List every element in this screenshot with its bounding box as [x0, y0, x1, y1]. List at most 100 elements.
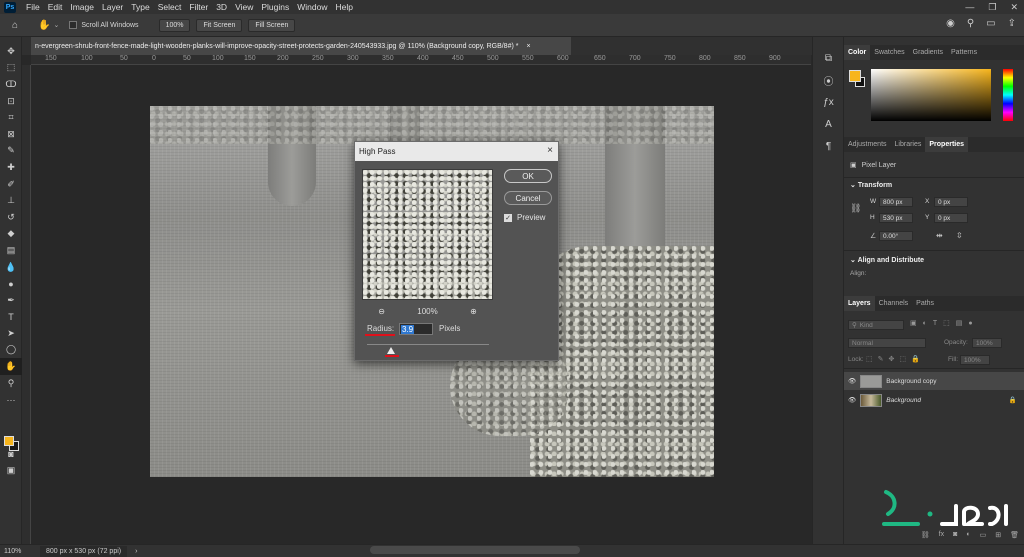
radius-slider-thumb[interactable]	[387, 347, 395, 354]
tab-gradients[interactable]: Gradients	[909, 45, 947, 60]
zoom-out-icon[interactable]: ⊖	[378, 307, 385, 316]
tab-libraries[interactable]: Libraries	[891, 137, 926, 152]
lasso-tool-icon[interactable]: ↀ	[0, 76, 22, 93]
status-doc-info[interactable]: 800 px x 530 px (72 ppi)	[40, 545, 128, 557]
home-icon[interactable]: ⌂	[12, 20, 18, 31]
shape-tool-icon[interactable]: ◯	[0, 342, 22, 359]
menu-image[interactable]: Image	[66, 2, 98, 12]
menu-type[interactable]: Type	[127, 2, 153, 12]
tab-properties[interactable]: Properties	[925, 137, 969, 152]
horizontal-scrollbar[interactable]	[370, 546, 580, 554]
height-field[interactable]: 530 px	[879, 213, 913, 223]
align-section[interactable]: ⌄ Align and Distribute	[844, 256, 1024, 264]
document-tab[interactable]: n-evergreen-shrub-front-fence-made-light…	[31, 37, 571, 55]
tab-layers[interactable]: Layers	[844, 296, 875, 311]
brush-settings-icon[interactable]: ⦿	[813, 69, 844, 91]
cancel-button[interactable]: Cancel	[504, 191, 552, 205]
hand-tool-icon[interactable]: ✋	[0, 358, 22, 375]
menu-3d[interactable]: 3D	[212, 2, 231, 12]
more-tools-icon[interactable]: ···	[0, 391, 22, 408]
menu-select[interactable]: Select	[154, 2, 186, 12]
dialog-titlebar[interactable]: High Pass ×	[355, 142, 558, 161]
menu-view[interactable]: View	[231, 2, 257, 12]
chevron-right-icon[interactable]: ›	[135, 548, 137, 555]
ok-button[interactable]: OK	[504, 169, 552, 183]
healing-brush-icon[interactable]: ✚	[0, 159, 22, 176]
workspace-icon[interactable]: ▭	[986, 18, 995, 29]
radius-input[interactable]: 3.9	[399, 323, 433, 335]
flip-vertical-icon[interactable]: ⇳	[956, 231, 963, 240]
lock-icons[interactable]: ⬚✎✥⬚🔒	[866, 355, 925, 363]
minimize-icon[interactable]: —	[965, 2, 974, 12]
user-icon[interactable]: ◉	[946, 18, 955, 29]
close-icon[interactable]: ✕	[1010, 2, 1018, 13]
type-tool-icon[interactable]: T	[0, 309, 22, 326]
brush-tool-icon[interactable]: ✐	[0, 176, 22, 193]
menu-edit[interactable]: Edit	[44, 2, 67, 12]
scroll-all-checkbox[interactable]: Scroll All Windows	[69, 21, 139, 29]
layer-row[interactable]: 👁 Background copy	[844, 372, 1024, 390]
eraser-tool-icon[interactable]: ◆	[0, 226, 22, 243]
search-icon[interactable]: ⚲	[967, 18, 974, 29]
menu-file[interactable]: File	[22, 2, 44, 12]
chevron-down-icon[interactable]: ⌄	[54, 21, 60, 29]
layer-row[interactable]: 👁 Background 🔒	[844, 391, 1024, 409]
tab-patterns[interactable]: Patterns	[947, 45, 981, 60]
fill-screen-button[interactable]: Fill Screen	[248, 18, 296, 32]
menu-window[interactable]: Window	[293, 2, 331, 12]
angle-field[interactable]: 0.00°	[879, 231, 913, 241]
eye-icon[interactable]: 👁	[848, 396, 856, 404]
width-field[interactable]: 800 px	[879, 197, 913, 207]
crop-tool-icon[interactable]: ⌗	[0, 109, 22, 126]
move-tool-icon[interactable]: ✥	[0, 43, 22, 60]
path-select-tool-icon[interactable]: ➤	[0, 325, 22, 342]
menu-help[interactable]: Help	[331, 2, 356, 12]
tab-channels[interactable]: Channels	[875, 296, 913, 311]
preview-checkbox[interactable]: ✓ Preview	[504, 213, 545, 222]
dodge-tool-icon[interactable]: ●	[0, 275, 22, 292]
menu-plugins[interactable]: Plugins	[257, 2, 293, 12]
paragraph-icon[interactable]: ¶	[813, 135, 844, 157]
history-icon[interactable]: ⧉	[813, 47, 844, 69]
fit-screen-button[interactable]: Fit Screen	[196, 18, 243, 32]
opacity-field[interactable]: 100%	[972, 338, 1002, 348]
pen-tool-icon[interactable]: ✒	[0, 292, 22, 309]
close-icon[interactable]: ×	[547, 145, 553, 156]
character-icon[interactable]: A	[813, 113, 844, 135]
share-icon[interactable]: ⇪	[1008, 18, 1016, 29]
hand-tool-icon[interactable]: ✋	[38, 20, 50, 31]
y-field[interactable]: 0 px	[934, 213, 968, 223]
tab-paths[interactable]: Paths	[912, 296, 938, 311]
gradient-tool-icon[interactable]: ▤	[0, 242, 22, 259]
zoom-tool-icon[interactable]: ⚲	[0, 375, 22, 392]
menu-layer[interactable]: Layer	[98, 2, 127, 12]
menu-filter[interactable]: Filter	[185, 2, 212, 12]
layer-filter-kind[interactable]: ⚲ Kind	[848, 320, 904, 330]
blur-tool-icon[interactable]: 💧	[0, 259, 22, 276]
tab-color[interactable]: Color	[844, 45, 871, 60]
maximize-icon[interactable]: ❐	[988, 2, 996, 13]
stamp-tool-icon[interactable]: ⊥	[0, 192, 22, 209]
frame-tool-icon[interactable]: ⊠	[0, 126, 22, 143]
radius-slider-track[interactable]	[367, 344, 489, 345]
flip-horizontal-icon[interactable]: ⇹	[936, 231, 943, 240]
fill-field[interactable]: 100%	[960, 355, 990, 365]
zoom-100-button[interactable]: 100%	[158, 18, 191, 32]
foreground-color-swatch[interactable]	[4, 436, 14, 446]
transform-section[interactable]: ⌄ Transform	[844, 181, 1024, 189]
layer-filter-icons[interactable]: ▣◐T⬚▤●	[910, 319, 979, 327]
filter-preview[interactable]	[362, 169, 493, 300]
x-field[interactable]: 0 px	[934, 197, 968, 207]
hue-slider[interactable]	[1003, 69, 1013, 121]
foreground-color-chip[interactable]	[849, 70, 861, 82]
zoom-in-icon[interactable]: ⊕	[470, 307, 477, 316]
marquee-tool-icon[interactable]: ⬚	[0, 60, 22, 77]
fx-icon[interactable]: ƒx	[813, 91, 844, 113]
tab-adjustments[interactable]: Adjustments	[844, 137, 891, 152]
link-icon[interactable]: ⛓	[850, 203, 861, 214]
color-picker-field[interactable]	[871, 69, 991, 121]
screen-mode-icon[interactable]: ▣	[0, 463, 22, 480]
tab-swatches[interactable]: Swatches	[870, 45, 908, 60]
blend-mode-select[interactable]: Normal	[848, 338, 926, 348]
object-select-tool-icon[interactable]: ⊡	[0, 93, 22, 110]
